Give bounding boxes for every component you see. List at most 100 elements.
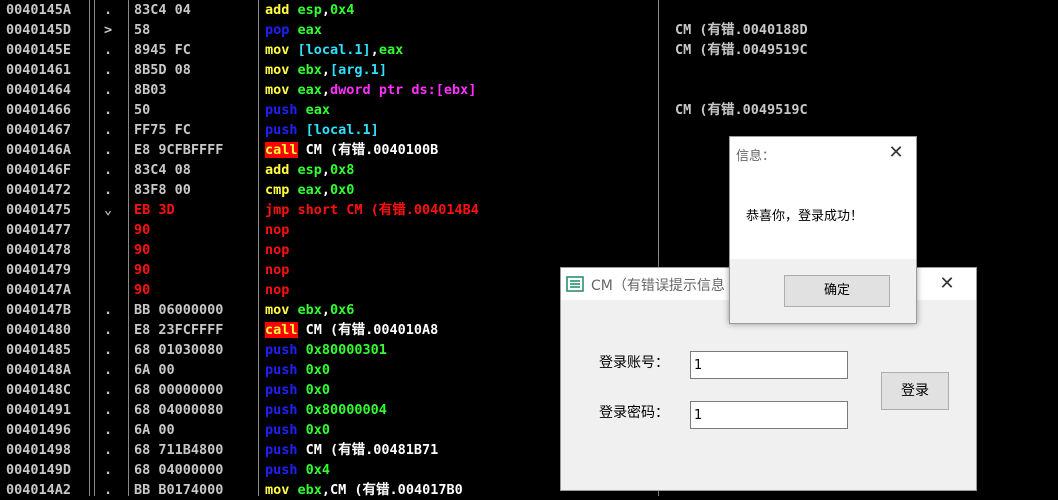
instruction-cell: push 0x0 [265, 360, 330, 380]
instruction-token: nop [265, 262, 290, 278]
opcode-bytes: 68 00000000 [134, 382, 224, 398]
instruction-token: 0x8 [330, 162, 355, 178]
opcode-bytes: 83C4 08 [134, 162, 191, 178]
disasm-row[interactable]: 00401464. 8B03 mov eax,dword ptr ds:[ebx] [0, 80, 1058, 100]
column-separator [258, 0, 259, 496]
instruction-token: nop [265, 242, 290, 258]
instruction-token: cmp [265, 182, 298, 198]
disasm-row[interactable]: 00401461. 8B5D 08 mov ebx,[arg.1] [0, 60, 1058, 80]
address-cell: 00401496 [6, 422, 72, 438]
jump-marker: . [104, 182, 113, 198]
login-button[interactable]: 登录 [881, 372, 949, 410]
instruction-token: 0x4 [305, 462, 331, 478]
instruction-token: mov [265, 62, 298, 78]
disasm-row[interactable]: 00401466. 50 push eax CM (有错.0049519C [0, 100, 1058, 120]
instruction-token: push [265, 422, 306, 438]
jump-marker: . [104, 162, 113, 178]
address-cell: 0040145A [6, 2, 72, 18]
instruction-token: call [265, 142, 298, 158]
opcode-bytes: 68 04000000 [134, 462, 224, 478]
opcode-bytes: 50 [134, 102, 151, 118]
disasm-row[interactable]: 0040145D >58 pop eax CM (有错.0040188D [0, 20, 1058, 40]
instruction-cell: jmp short CM (有错.004014B4 [265, 200, 479, 220]
instruction-token: ebx [297, 302, 322, 318]
address-cell: 0040148C [6, 382, 72, 398]
opcode-bytes: 8B5D 08 [134, 62, 191, 78]
close-icon[interactable]: ✕ [882, 141, 910, 165]
instruction-token: 0x80000004 [305, 402, 387, 418]
instruction-token: mov [265, 82, 298, 98]
instruction-token: , [321, 62, 331, 78]
jump-marker: . [104, 102, 113, 118]
opcode-bytes: 6A 00 [134, 422, 175, 438]
jump-marker: . [104, 442, 113, 458]
opcode-bytes: 68 711B4800 [134, 442, 224, 458]
instruction-token: , [321, 82, 331, 98]
instruction-token: pop [265, 22, 298, 38]
address-cell: 00401467 [6, 122, 72, 138]
instruction-token: , [321, 182, 331, 198]
instruction-token: 0x0 [305, 422, 331, 438]
account-input[interactable]: 1 [690, 351, 848, 379]
address-cell: 00401461 [6, 62, 72, 78]
instruction-token: nop [265, 282, 290, 298]
password-label: 登录密码： [599, 405, 669, 421]
instruction-token: , [321, 302, 331, 318]
instruction-token: mov [265, 42, 298, 58]
disasm-row[interactable]: 0040145A. 83C4 04 add esp,0x4 [0, 0, 1058, 20]
jump-marker: ⌄ [104, 202, 113, 218]
address-cell: 00401466 [6, 102, 72, 118]
instruction-cell: mov ebx,CM (有错.004017B0 [265, 480, 463, 500]
instruction-token: push [265, 102, 306, 118]
message-box[interactable]: 信息： ✕ 恭喜你，登录成功！ 确定 [729, 136, 917, 324]
jump-marker: . [104, 402, 113, 418]
jump-marker: . [104, 2, 113, 18]
address-cell: 004014A2 [6, 482, 72, 498]
instruction-token: 0x6 [330, 302, 355, 318]
address-cell: 0040146A [6, 142, 72, 158]
instruction-cell: push 0x80000301 [265, 340, 387, 360]
column-separator [94, 0, 95, 496]
opcode-bytes: 6A 00 [134, 362, 175, 378]
jump-marker: . [104, 142, 113, 158]
instruction-token: [arg.1] [330, 62, 387, 78]
instruction-token: 0x0 [305, 362, 331, 378]
instruction-token: , [321, 2, 331, 18]
comment-cell: CM (有错.0049519C [675, 42, 808, 58]
instruction-token: esp [297, 2, 322, 18]
opcode-bytes: FF75 FC [134, 122, 191, 138]
instruction-cell: push eax [265, 100, 330, 120]
comment-cell: CM (有错.0049519C [675, 102, 808, 118]
comment-cell: CM (有错.0040188D [675, 22, 808, 38]
instruction-token: add [265, 162, 298, 178]
address-cell: 0040146F [6, 162, 72, 178]
instruction-cell: push 0x0 [265, 420, 330, 440]
address-cell: 00401477 [6, 222, 72, 238]
jump-marker: . [104, 62, 113, 78]
address-cell: 00401491 [6, 402, 72, 418]
disasm-row[interactable]: 0040145E. 8945 FC mov [local.1],eax CM (有错.… [0, 40, 1058, 60]
password-input[interactable]: 1 [690, 401, 848, 429]
message-box-title: 信息： [736, 149, 776, 164]
instruction-token: add [265, 2, 298, 18]
address-cell: 00401498 [6, 442, 72, 458]
instruction-token: esp [297, 162, 322, 178]
instruction-token: [local.1] [305, 122, 379, 138]
instruction-token: eax [305, 102, 331, 118]
opcode-bytes: 90 [134, 222, 151, 238]
instruction-token: push [265, 462, 306, 478]
instruction-token: eax [378, 42, 404, 58]
instruction-token: , [370, 42, 379, 58]
jump-marker: . [104, 422, 113, 438]
instruction-token: 0x0 [330, 182, 355, 198]
instruction-token: push [265, 382, 306, 398]
address-cell: 00401485 [6, 342, 72, 358]
opcode-bytes: E8 9CFBFFFF [134, 142, 224, 158]
ok-button[interactable]: 确定 [784, 275, 890, 307]
instruction-token: CM (有错.00481B71 [305, 442, 439, 458]
instruction-token: 0x80000301 [305, 342, 387, 358]
address-cell: 0040147B [6, 302, 72, 318]
address-cell: 00401478 [6, 242, 72, 258]
close-icon[interactable]: ✕ [933, 272, 961, 296]
app-icon [566, 276, 584, 292]
